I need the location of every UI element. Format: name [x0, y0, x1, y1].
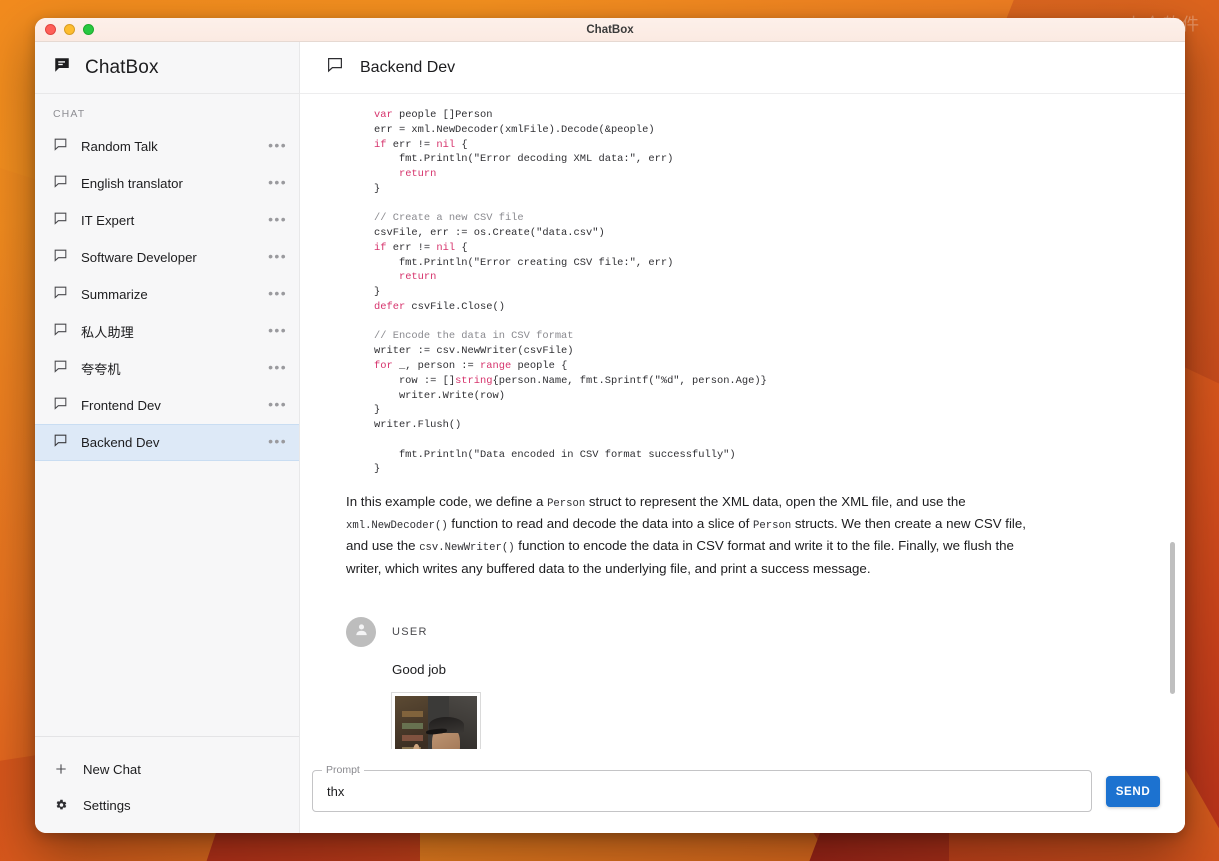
- chat-bubble-icon: [53, 285, 68, 305]
- sidebar-item-label: Backend Dev: [81, 435, 255, 450]
- item-menu-icon[interactable]: •••: [268, 400, 287, 412]
- scrollbar-thumb[interactable]: [1170, 542, 1175, 694]
- chat-list-section: CHAT Random Talk ••• English translator: [35, 94, 299, 736]
- user-message-header: USER: [346, 617, 1139, 647]
- sidebar-item-label: Frontend Dev: [81, 398, 255, 413]
- desktop-background: 小众软件 ChatBox: [0, 0, 1219, 861]
- gear-icon: [53, 798, 69, 812]
- chat-bubble-icon: [53, 137, 68, 157]
- sidebar-item-label: Random Talk: [81, 139, 255, 154]
- window-titlebar: ChatBox: [35, 18, 1185, 42]
- chat-bubble-icon: [53, 396, 68, 416]
- item-menu-icon[interactable]: •••: [268, 252, 287, 264]
- sidebar-item-english-translator[interactable]: English translator •••: [35, 165, 299, 202]
- sidebar-item-summarize[interactable]: Summarize •••: [35, 276, 299, 313]
- chat-section-label: CHAT: [35, 108, 299, 120]
- user-message: USER Good job: [346, 617, 1139, 749]
- prompt-field[interactable]: Prompt: [312, 770, 1092, 812]
- sidebar-item-backend-dev[interactable]: Backend Dev •••: [35, 424, 299, 461]
- settings-label: Settings: [83, 798, 131, 813]
- chat-bubble-icon: [326, 56, 344, 79]
- conversation-title: Backend Dev: [360, 59, 455, 77]
- inline-code: csv.NewWriter(): [419, 542, 514, 554]
- sidebar-item-label: Summarize: [81, 287, 255, 302]
- chatbox-window: ChatBox ChatBox CHAT: [35, 18, 1185, 833]
- main-panel: Backend Dev var people []Person err = xm…: [300, 42, 1185, 833]
- prompt-input[interactable]: [327, 784, 1077, 799]
- sidebar-item-praise-machine[interactable]: 夸夸机 •••: [35, 350, 299, 387]
- item-menu-icon[interactable]: •••: [268, 326, 287, 338]
- sidebar-item-software-developer[interactable]: Software Developer •••: [35, 239, 299, 276]
- item-menu-icon[interactable]: •••: [268, 178, 287, 190]
- new-chat-label: New Chat: [83, 762, 141, 777]
- sidebar-item-label: 夸夸机: [81, 359, 255, 378]
- window-title: ChatBox: [35, 24, 1185, 36]
- new-chat-button[interactable]: New Chat: [35, 751, 299, 787]
- chat-bubble-filled-icon: [53, 56, 71, 79]
- chat-bubble-icon: [53, 211, 68, 231]
- chat-bubble-icon: [53, 433, 68, 453]
- chat-bubble-icon: [53, 322, 68, 342]
- sidebar-item-label: IT Expert: [81, 213, 255, 228]
- sidebar-item-label: Software Developer: [81, 250, 255, 265]
- sidebar-item-label: 私人助理: [81, 322, 255, 341]
- person-icon: [353, 621, 370, 643]
- sidebar-brand: ChatBox: [35, 42, 299, 94]
- chat-bubble-icon: [53, 248, 68, 268]
- settings-button[interactable]: Settings: [35, 787, 299, 823]
- chat-bubble-icon: [53, 174, 68, 194]
- brand-name: ChatBox: [85, 57, 159, 79]
- sidebar-item-frontend-dev[interactable]: Frontend Dev •••: [35, 387, 299, 424]
- user-message-image[interactable]: [392, 693, 480, 749]
- prompt-legend: Prompt: [322, 764, 364, 776]
- sidebar-footer: New Chat Settings: [35, 736, 299, 833]
- item-menu-icon[interactable]: •••: [268, 289, 287, 301]
- user-message-text: Good job: [392, 662, 1139, 677]
- item-menu-icon[interactable]: •••: [268, 363, 287, 375]
- user-role-label: USER: [392, 626, 428, 638]
- sidebar: ChatBox CHAT Random Talk •••: [35, 42, 300, 833]
- send-button[interactable]: SEND: [1106, 776, 1160, 807]
- inline-code: xml.NewDecoder(): [346, 520, 448, 532]
- item-menu-icon[interactable]: •••: [268, 437, 287, 449]
- sidebar-item-personal-assistant[interactable]: 私人助理 •••: [35, 313, 299, 350]
- sidebar-item-it-expert[interactable]: IT Expert •••: [35, 202, 299, 239]
- avatar: [346, 617, 376, 647]
- prompt-bar: Prompt SEND: [300, 749, 1185, 833]
- item-menu-icon[interactable]: •••: [268, 215, 287, 227]
- message-scrollbar[interactable]: [1169, 102, 1176, 741]
- sidebar-item-random-talk[interactable]: Random Talk •••: [35, 128, 299, 165]
- plus-icon: [53, 762, 69, 776]
- assistant-paragraph: In this example code, we define a Person…: [346, 491, 1036, 579]
- sidebar-item-label: English translator: [81, 176, 255, 191]
- inline-code: Person: [753, 520, 791, 532]
- inline-code: Person: [547, 498, 585, 510]
- chat-bubble-icon: [53, 359, 68, 379]
- message-list: var people []Person err = xml.NewDecoder…: [300, 94, 1185, 749]
- code-block: var people []Person err = xml.NewDecoder…: [374, 108, 1139, 477]
- conversation-header: Backend Dev: [300, 42, 1185, 94]
- item-menu-icon[interactable]: •••: [268, 141, 287, 153]
